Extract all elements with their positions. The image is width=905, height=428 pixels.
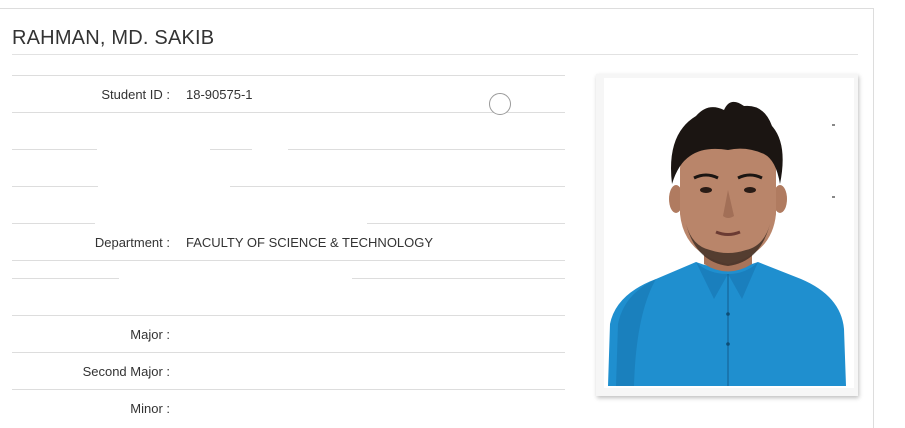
department-label: Department : <box>94 235 170 250</box>
info-row-department: Department : FACULTY OF SCIENCE & TECHNO… <box>12 221 565 260</box>
info-row-second-major: Second Major : <box>12 352 565 389</box>
info-row-redacted-3 <box>12 184 565 223</box>
department-value: FACULTY OF SCIENCE & TECHNOLOGY <box>186 235 434 250</box>
student-name-heading: RAHMAN, MD. SAKIB <box>12 27 215 49</box>
shirt-shape <box>608 262 846 386</box>
redaction-mask <box>98 184 230 190</box>
radio-circle-icon[interactable] <box>489 93 511 115</box>
info-row-major: Major : <box>12 315 565 352</box>
info-row-redacted-2 <box>12 147 565 186</box>
info-row-minor: Minor : <box>12 389 565 426</box>
second-major-label: Second Major : <box>82 364 170 379</box>
redaction-mask <box>252 147 288 153</box>
info-row-redacted-1 <box>12 112 565 149</box>
student-photo <box>596 74 858 396</box>
student-id-label: Student ID : <box>101 87 170 102</box>
student-id-value: 18-90575-1 <box>186 87 253 102</box>
student-info-table: Student ID : 18-90575-1 Department : FAC… <box>12 75 565 426</box>
info-row-student-id: Student ID : 18-90575-1 <box>12 75 565 112</box>
major-label: Major : <box>130 327 170 342</box>
portrait-icon <box>608 101 846 386</box>
minor-label: Minor : <box>130 401 170 416</box>
title-divider <box>12 54 858 55</box>
redaction-mask <box>119 276 352 282</box>
info-row-spacer <box>12 276 565 315</box>
redaction-mask <box>97 147 210 153</box>
redaction-mask <box>95 221 367 227</box>
